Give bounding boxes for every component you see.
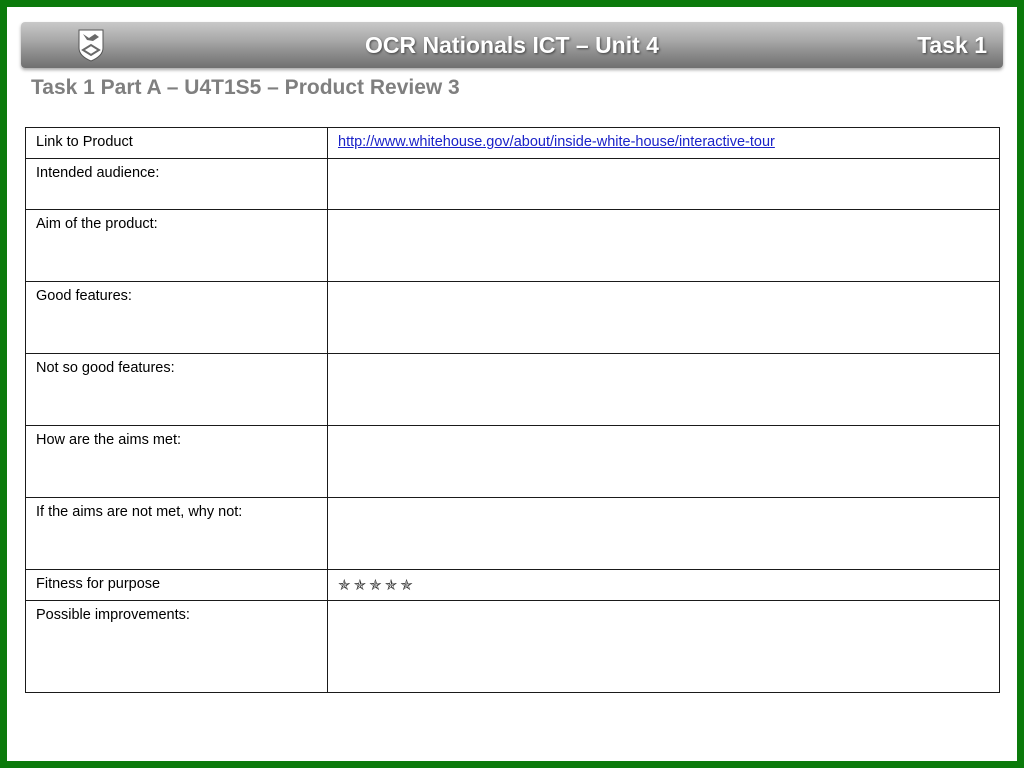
table-row: If the aims are not met, why not:: [25, 497, 1000, 570]
row-value-aims-met[interactable]: [327, 425, 1000, 498]
row-label-improvements: Possible improvements:: [25, 600, 328, 693]
row-value-audience[interactable]: [327, 158, 1000, 210]
row-value-improvements[interactable]: [327, 600, 1000, 693]
product-link[interactable]: http://www.whitehouse.gov/about/inside-w…: [338, 134, 775, 150]
row-label-aim: Aim of the product:: [25, 209, 328, 282]
row-value-not-good-features[interactable]: [327, 353, 1000, 426]
row-value-fitness: ✯✯✯✯✯: [327, 569, 1000, 601]
row-label-aims-not-met: If the aims are not met, why not:: [25, 497, 328, 570]
row-value-aim[interactable]: [327, 209, 1000, 282]
table-row: Not so good features:: [25, 353, 1000, 426]
row-label-good-features: Good features:: [25, 281, 328, 354]
table-row: Fitness for purpose ✯✯✯✯✯: [25, 569, 1000, 601]
table-row: Link to Product http://www.whitehouse.go…: [25, 127, 1000, 159]
table-row: Possible improvements:: [25, 600, 1000, 693]
row-label-aims-met: How are the aims met:: [25, 425, 328, 498]
product-review-table: Link to Product http://www.whitehouse.go…: [25, 127, 1000, 693]
row-label-fitness: Fitness for purpose: [25, 569, 328, 601]
row-label-link: Link to Product: [25, 127, 328, 159]
page-title: Task 1 Part A – U4T1S5 – Product Review …: [31, 76, 460, 99]
table-row: Aim of the product:: [25, 209, 1000, 282]
row-label-audience: Intended audience:: [25, 158, 328, 210]
table-row: How are the aims met:: [25, 425, 1000, 498]
table-row: Good features:: [25, 281, 1000, 354]
row-value-aims-not-met[interactable]: [327, 497, 1000, 570]
row-value-good-features[interactable]: [327, 281, 1000, 354]
banner-title: OCR Nationals ICT – Unit 4: [365, 32, 659, 58]
row-label-not-good-features: Not so good features:: [25, 353, 328, 426]
banner-task-label: Task 1: [917, 32, 987, 58]
header-banner: OCR Nationals ICT – Unit 4 Task 1: [21, 22, 1003, 68]
table-row: Intended audience:: [25, 158, 1000, 210]
star-rating[interactable]: ✯✯✯✯✯: [338, 577, 416, 594]
row-value-link: http://www.whitehouse.gov/about/inside-w…: [327, 127, 1000, 159]
